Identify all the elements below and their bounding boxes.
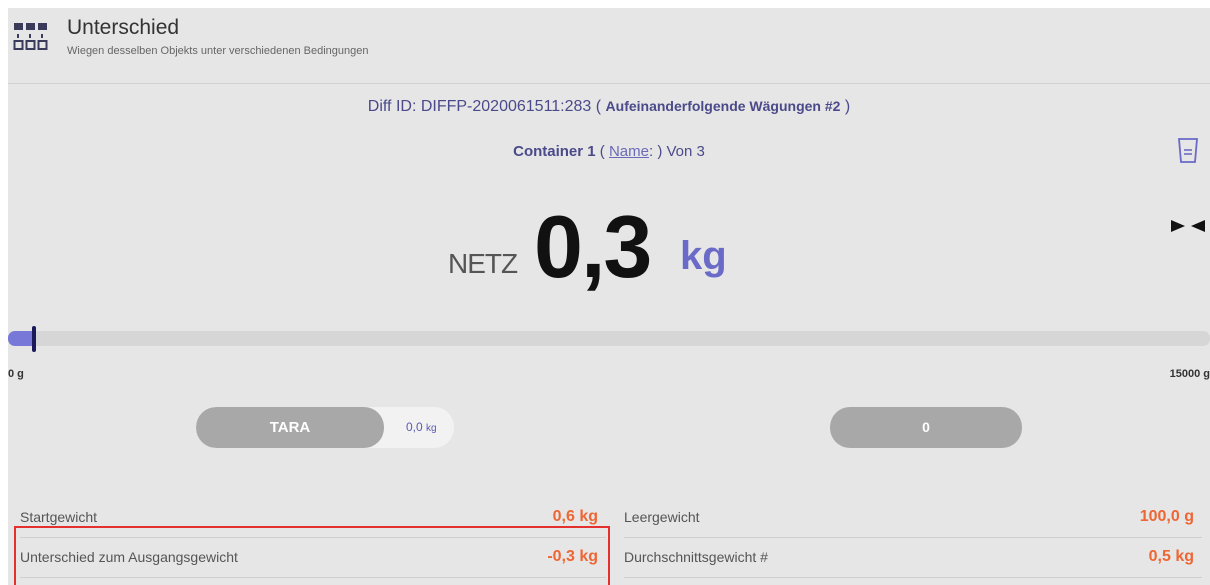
container-line: Container 1 ( Name: ) Von 3 (8, 143, 1210, 160)
tara-button[interactable]: TARA (196, 407, 384, 448)
highlight-box (14, 526, 610, 585)
diff-id-line: Diff ID: DIFFP-2020061511:283 ( Aufeinan… (8, 98, 1210, 116)
header: Unterschied Wiegen desselben Objekts unt… (8, 8, 1210, 84)
weight-display: NETZ 0,3 kg (8, 188, 1210, 308)
tara-control: TARA 0,0 kg (196, 407, 454, 448)
weight-unit: kg (680, 234, 727, 278)
page-subtitle: Wiegen desselben Objekts unter verschied… (67, 45, 369, 57)
tara-value: 0,0 kg (406, 407, 437, 448)
container-open: ( (595, 143, 609, 160)
capacity-min-label: 0 g (8, 368, 24, 380)
diff-id-text: Diff ID: DIFFP-2020061511:283 ( (367, 98, 606, 115)
avg-weight-row: Durchschnittsgewicht # 0,5 kg (624, 539, 1202, 578)
container-name-link[interactable]: Name (609, 143, 649, 160)
start-weight-label: Startgewicht (20, 509, 98, 525)
capacity-bar-fill (8, 331, 33, 346)
tara-value-unit: kg (426, 423, 437, 434)
capacity-max-label: 15000 g (1169, 368, 1210, 380)
tara-value-number: 0,0 (406, 420, 423, 434)
weight-value: 0,3 (534, 197, 652, 296)
container-count: ) Von 3 (657, 143, 705, 160)
empty-weight-row: Leergewicht 100,0 g (624, 499, 1202, 538)
avg-weight-label: Durchschnittsgewicht # (624, 549, 768, 565)
beaker-icon[interactable] (1176, 136, 1200, 164)
zero-button[interactable]: 0 (830, 407, 1022, 448)
app-frame: Unterschied Wiegen desselben Objekts unt… (8, 8, 1210, 585)
capacity-bar (8, 326, 1210, 352)
capacity-bar-marker (32, 326, 36, 352)
empty-weight-label: Leergewicht (624, 509, 700, 525)
avg-weight-value: 0,5 kg (1148, 548, 1194, 565)
container-label: Container 1 (513, 143, 596, 160)
page-title: Unterschied (67, 16, 180, 39)
grid-scale-icon (13, 23, 48, 50)
weight-mode-label: NETZ (448, 248, 518, 279)
empty-weight-value: 100,0 g (1139, 508, 1194, 525)
diff-suffix: ) (840, 98, 851, 115)
diff-mode: Aufeinanderfolgende Wägungen #2 (605, 98, 841, 114)
start-weight-value: 0,6 kg (552, 508, 598, 525)
